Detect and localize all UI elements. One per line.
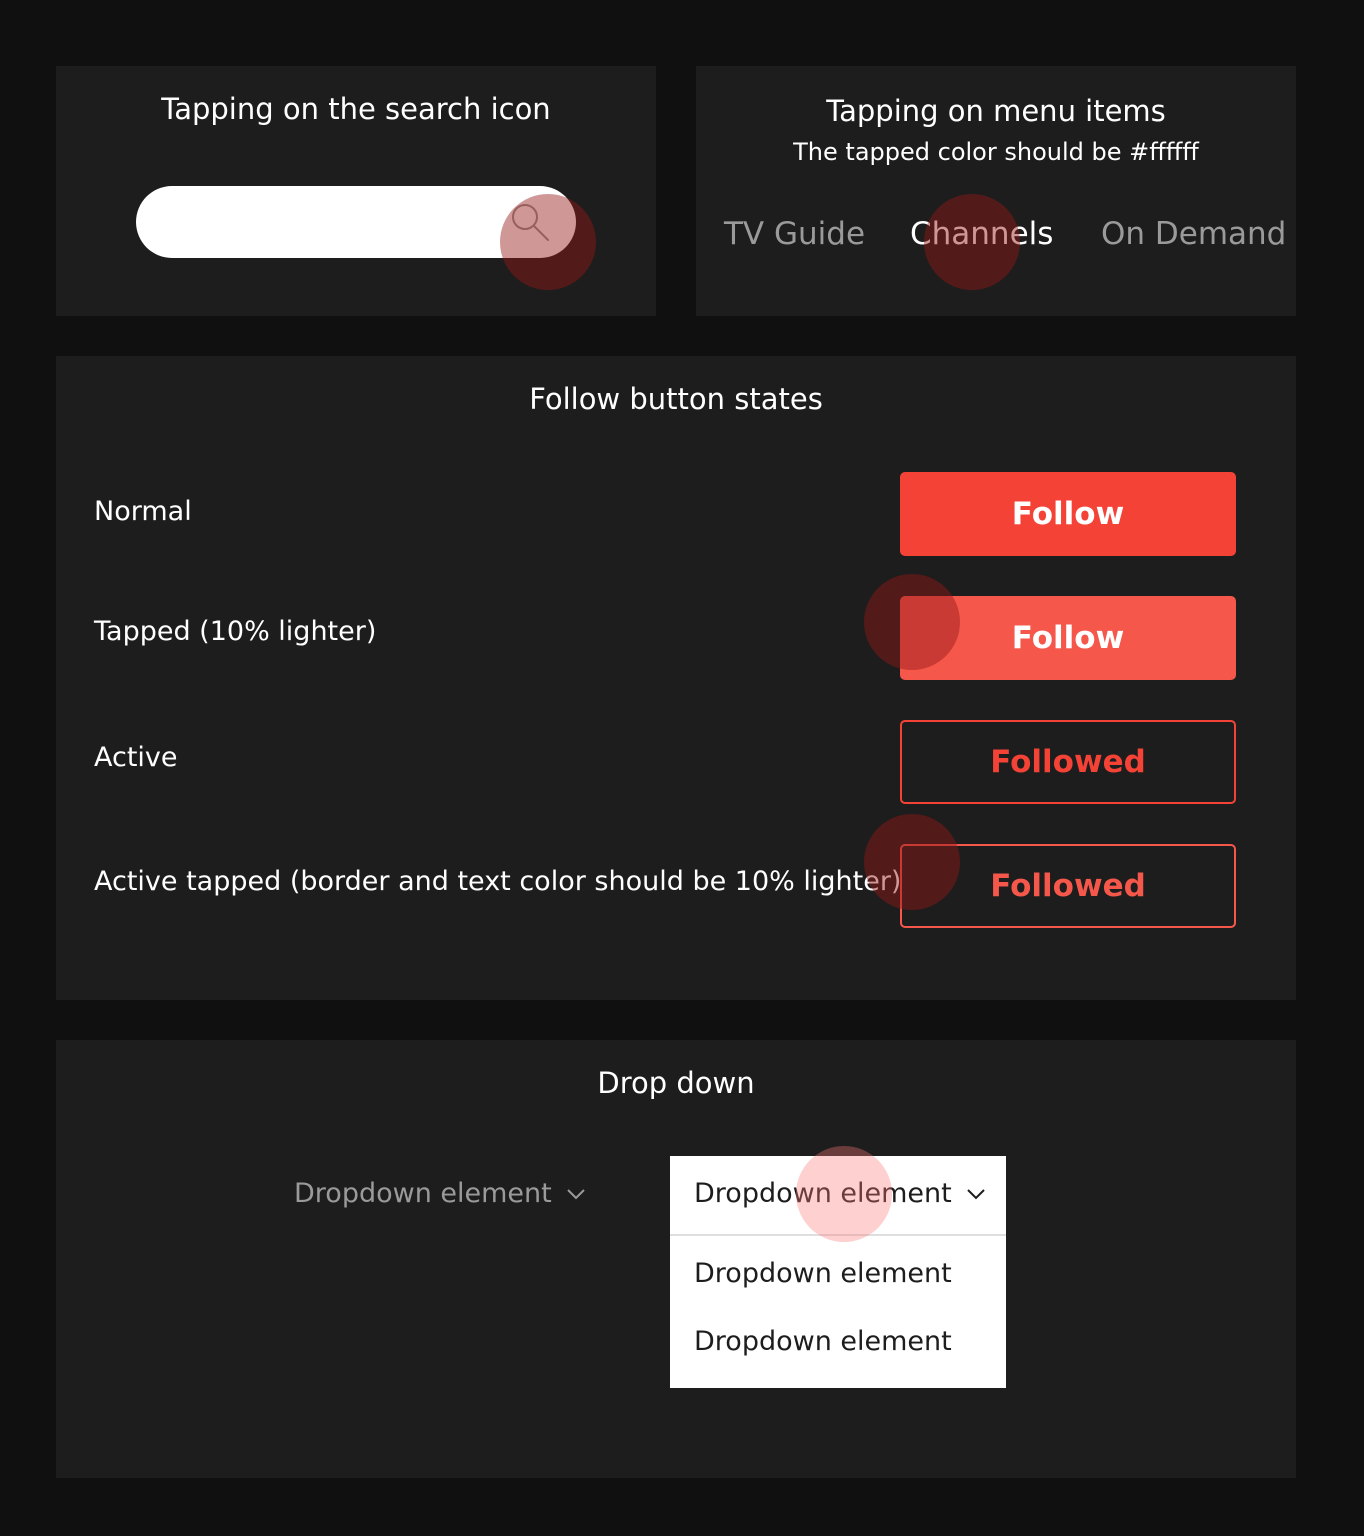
dropdown-panel: Drop down Dropdown element Dropdown elem… [56,1040,1296,1478]
followed-button-active[interactable]: Followed [900,720,1236,804]
search-panel: Tapping on the search icon [56,66,656,316]
chevron-down-icon [967,1188,985,1199]
row-label-normal: Normal [94,496,192,527]
followed-button-active-tapped[interactable]: Followed [900,844,1236,928]
row-label-active-tapped: Active tapped (border and text color sho… [94,866,902,897]
dropdown-open: Dropdown element Dropdown element Dropdo… [670,1156,1006,1388]
dropdown-closed-label: Dropdown element [294,1178,552,1209]
dropdown-divider [670,1234,1006,1236]
follow-button-normal[interactable]: Follow [900,472,1236,556]
row-label-tapped: Tapped (10% lighter) [94,616,377,647]
dropdown-open-label: Dropdown element [694,1178,952,1209]
follow-states-panel: Follow button states Normal Follow Tappe… [56,356,1296,1000]
menu-item-channels[interactable]: Channels [910,216,1053,252]
dropdown-option[interactable]: Dropdown element [694,1258,952,1289]
chevron-down-icon [567,1188,585,1199]
menu-item-tv-guide[interactable]: TV Guide [724,216,865,252]
dropdown-open-header[interactable]: Dropdown element [694,1178,986,1209]
dropdown-panel-title: Drop down [597,1066,755,1100]
menu-panel: Tapping on menu items The tapped color s… [696,66,1296,316]
follow-panel-title: Follow button states [529,382,823,416]
dropdown-option[interactable]: Dropdown element [694,1326,952,1357]
search-icon[interactable] [508,200,552,244]
menu-panel-subtitle: The tapped color should be #ffffff [793,138,1199,166]
menu-panel-title: Tapping on menu items [826,94,1166,128]
dropdown-closed[interactable]: Dropdown element [294,1178,586,1209]
search-panel-title: Tapping on the search icon [161,92,551,126]
menu-item-on-demand[interactable]: On Demand [1101,216,1286,252]
follow-button-tapped[interactable]: Follow [900,596,1236,680]
row-label-active: Active [94,742,178,773]
